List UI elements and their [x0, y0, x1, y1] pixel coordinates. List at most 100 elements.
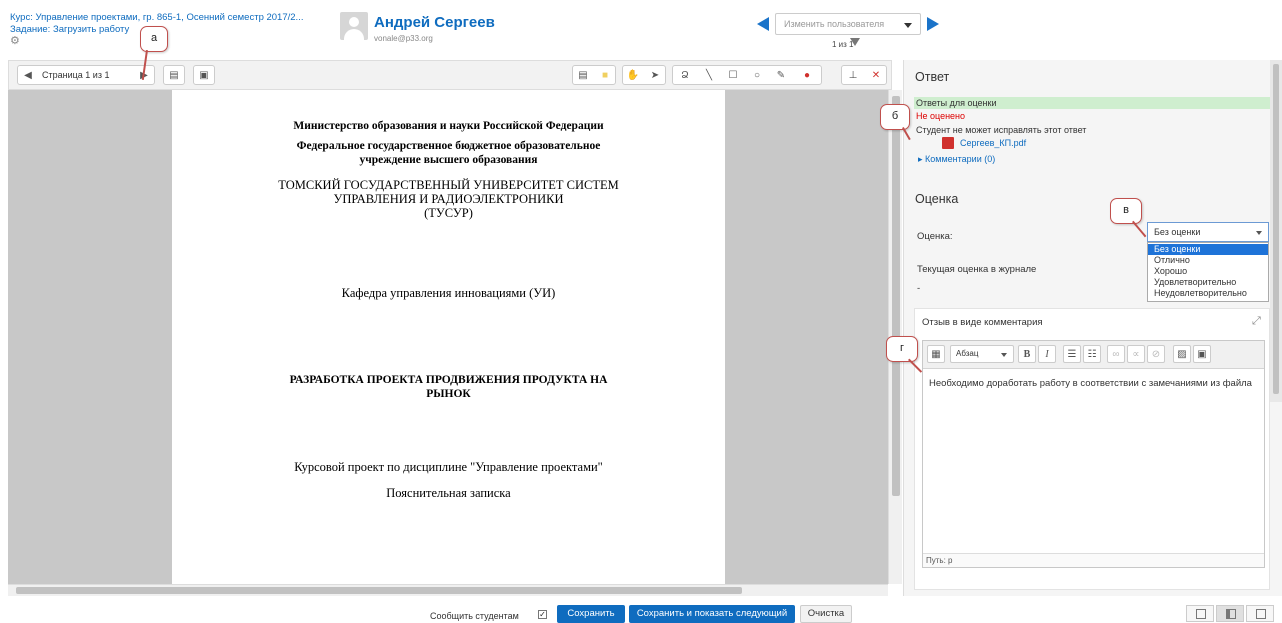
notify-students-label: Сообщить студентам [430, 611, 519, 621]
search-comments-icon: ▤ [169, 69, 179, 81]
select-icon[interactable]: ➤ [645, 66, 665, 84]
doc-line: Министерство образования и науки Российс… [293, 120, 604, 132]
grade-label: Оценка: [917, 231, 953, 242]
callout-b: б [880, 104, 910, 130]
editor-path-bar: Путь: p [923, 553, 1264, 567]
feedback-text[interactable]: Необходимо доработать работу в соответст… [929, 378, 1252, 389]
bullet-list-icon[interactable]: ☰ [1063, 345, 1081, 363]
course-link[interactable]: Курс: Управление проектами, гр. 865-1, О… [10, 12, 303, 23]
expand-icon[interactable]: ⤢ [1252, 315, 1261, 328]
comments-toggle[interactable]: ▸ Комментарии (0) [918, 154, 995, 165]
layout-split-icon [1226, 609, 1236, 619]
comments-label: Комментарии (0) [925, 154, 996, 164]
filter-icon[interactable] [850, 38, 860, 46]
grade-option[interactable]: Хорошо [1148, 266, 1268, 277]
line-icon[interactable]: ╲ [699, 66, 719, 84]
grade-selected-value: Без оценки [1154, 227, 1201, 237]
save-button[interactable]: Сохранить [557, 605, 625, 623]
doc-line: Кафедра управления инновациями (УИ) [341, 286, 556, 300]
scrollbar-thumb[interactable] [1273, 64, 1279, 394]
user-name[interactable]: Андрей Сергеев [374, 14, 495, 31]
link-icon[interactable]: ∞ [1107, 345, 1125, 363]
oval-icon[interactable]: Ձ [675, 66, 695, 84]
circle-icon[interactable]: ○ [747, 66, 767, 84]
doc-line: учреждение высшего образования [359, 154, 538, 166]
scrollbar-thumb[interactable] [892, 96, 900, 496]
submission-file-link[interactable]: Сергеев_КП.pdf [960, 138, 1026, 148]
avatar [340, 12, 368, 40]
document-horizontal-scrollbar[interactable] [8, 584, 888, 596]
drawing-tools: Ձ ╲ ☐ ○ ✎ ● [672, 65, 822, 85]
image-icon[interactable]: ▨ [1173, 345, 1191, 363]
response-heading: Ответ [915, 70, 950, 84]
unlink-icon[interactable]: ∝ [1127, 345, 1145, 363]
notify-students-checkbox[interactable]: ✓ [538, 610, 547, 619]
user-email: vonale@p33.org [374, 34, 433, 43]
previous-user-icon[interactable] [757, 17, 769, 31]
grade-option[interactable]: Удовлетворительно [1148, 277, 1268, 288]
change-user-placeholder: Изменить пользователя [784, 19, 885, 29]
pan-icon[interactable]: ✋ [623, 66, 643, 84]
doc-line: (ТУСУР) [424, 206, 473, 220]
media-icon[interactable]: ▣ [1193, 345, 1211, 363]
prev-page-icon[interactable]: ◀ [18, 66, 38, 84]
highlight-icon[interactable]: ■ [595, 66, 615, 84]
editor-toolbar: ▦ Абзац B I ☰ ☷ ∞ ∝ ⊘ ▨ ▣ [923, 341, 1264, 369]
pdf-file-icon [942, 137, 954, 149]
save-and-next-button[interactable]: Сохранить и показать следующий [629, 605, 795, 623]
numbered-list-icon[interactable]: ☷ [1083, 345, 1101, 363]
comment-tools: ▤ ■ [572, 65, 616, 85]
color-drop-icon[interactable]: ● [797, 66, 817, 84]
grading-status: Не оценено [916, 111, 966, 121]
paragraph-format-select[interactable]: Абзац [950, 345, 1014, 363]
doc-line: РЫНОК [426, 388, 471, 400]
stamp-tools: ⊥ ✕ [841, 65, 887, 85]
callout-v: в [1110, 198, 1142, 224]
feedback-editor[interactable] [922, 340, 1265, 568]
change-user-select[interactable]: Изменить пользователя [775, 13, 921, 35]
doc-line: РАЗРАБОТКА ПРОЕКТА ПРОДВИЖЕНИЯ ПРОДУКТА … [289, 374, 608, 386]
layout-left-icon [1196, 609, 1206, 619]
edit-status: Студент не может исправлять этот ответ [916, 125, 1087, 135]
chevron-down-icon [904, 23, 912, 28]
layout-collapse-review-button[interactable] [1186, 605, 1214, 622]
chevron-down-icon [1001, 353, 1007, 357]
grade-option[interactable]: Без оценки [1148, 244, 1268, 255]
format-value: Абзац [956, 349, 979, 358]
page-select[interactable]: Страница 1 из 1 [42, 70, 109, 80]
chevron-down-icon [1256, 231, 1262, 235]
grade-option[interactable]: Отлично [1148, 255, 1268, 266]
doc-line: Пояснительная записка [386, 486, 511, 500]
bold-icon[interactable]: B [1018, 345, 1036, 363]
expand-comments-icon: ▣ [199, 69, 209, 81]
grade-select[interactable]: Без оценки [1147, 222, 1269, 242]
doc-line: ТОМСКИЙ ГОСУДАРСТВЕННЫЙ УНИВЕРСИТЕТ СИСТ… [278, 178, 619, 192]
gear-icon[interactable]: ⚙ [10, 36, 20, 47]
scrollbar-thumb[interactable] [16, 587, 742, 594]
assignment-link[interactable]: Задание: Загрузить работу [10, 24, 129, 35]
grade-heading: Оценка [915, 192, 959, 206]
callout-g: г [886, 336, 918, 362]
panel-scrollbar[interactable] [1270, 60, 1282, 402]
current-grade-value: - [917, 283, 921, 294]
next-user-icon[interactable] [927, 17, 939, 31]
grade-dropdown-list: Без оценки Отлично Хорошо Удовлетворител… [1147, 242, 1269, 302]
delete-icon[interactable]: ✕ [866, 66, 886, 84]
grade-option[interactable]: Неудовлетворительно [1148, 288, 1268, 299]
layout-collapse-grade-button[interactable] [1246, 605, 1274, 622]
layout-default-button[interactable] [1216, 605, 1244, 622]
page-navigation: ◀ Страница 1 из 1 ▶ [17, 65, 155, 85]
toolbar-toggle-icon[interactable]: ▦ [927, 345, 945, 363]
clear-button[interactable]: Очистка [800, 605, 852, 623]
layout-right-icon [1256, 609, 1266, 619]
pen-icon[interactable]: ✎ [771, 66, 791, 84]
search-comments-button[interactable]: ▤ [163, 65, 185, 85]
expand-comments-button[interactable]: ▣ [193, 65, 215, 85]
italic-icon[interactable]: I [1038, 345, 1056, 363]
rectangle-icon[interactable]: ☐ [723, 66, 743, 84]
pdf-page[interactable]: Министерство образования и науки Российс… [172, 90, 725, 584]
pdf-toolbar: ◀ Страница 1 из 1 ▶ ▤ ▣ ▤ ■ ✋ ➤ Ձ ╲ ☐ ○ … [8, 60, 892, 90]
stamp-icon[interactable]: ⊥ [843, 66, 863, 84]
anchor-icon[interactable]: ⊘ [1147, 345, 1165, 363]
comment-icon[interactable]: ▤ [573, 66, 593, 84]
